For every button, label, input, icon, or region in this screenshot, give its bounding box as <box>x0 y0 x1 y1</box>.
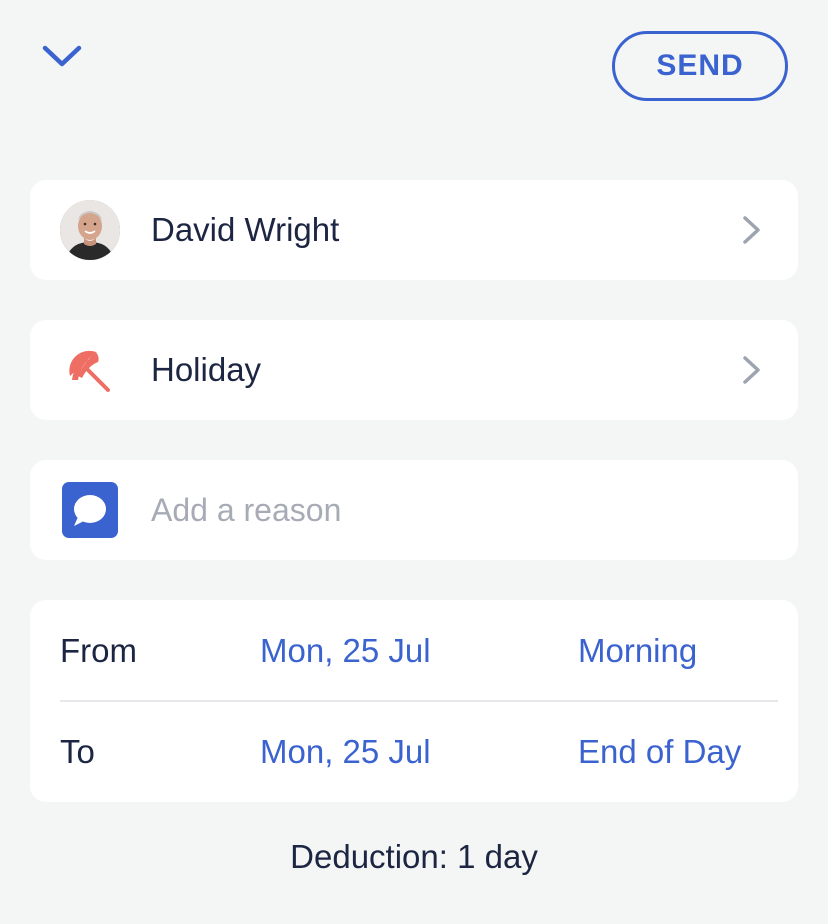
employee-row[interactable]: David Wright <box>30 180 798 280</box>
reason-input[interactable] <box>151 460 751 560</box>
to-date[interactable]: Mon, 25 Jul <box>260 701 431 802</box>
from-date[interactable]: Mon, 25 Jul <box>260 600 431 701</box>
from-time[interactable]: Morning <box>578 600 697 701</box>
deduction-summary: Deduction: 1 day <box>290 838 538 875</box>
from-row: From Mon, 25 Jul Morning <box>30 600 798 701</box>
leave-type-row[interactable]: Holiday <box>30 320 798 420</box>
beach-umbrella-icon <box>69 350 110 392</box>
reason-row[interactable] <box>30 460 798 560</box>
to-label: To <box>60 732 95 770</box>
to-row: To Mon, 25 Jul End of Day <box>30 701 798 802</box>
send-button[interactable]: SEND <box>612 31 788 101</box>
date-range-card: From Mon, 25 Jul Morning To Mon, 25 Jul … <box>30 600 798 802</box>
chevron-down-icon <box>42 45 82 67</box>
chevron-right-icon <box>740 354 764 386</box>
avatar <box>60 200 120 260</box>
speech-bubble-icon <box>62 482 118 538</box>
collapse-button[interactable] <box>40 40 84 72</box>
to-time[interactable]: End of Day <box>578 701 741 802</box>
employee-name: David Wright <box>151 211 340 248</box>
leave-request-screen: SEND David Wright Holiday Add a reason F… <box>0 0 828 924</box>
from-label: From <box>60 631 137 669</box>
chevron-right-icon <box>740 214 764 246</box>
leave-type-label: Holiday <box>151 351 262 388</box>
